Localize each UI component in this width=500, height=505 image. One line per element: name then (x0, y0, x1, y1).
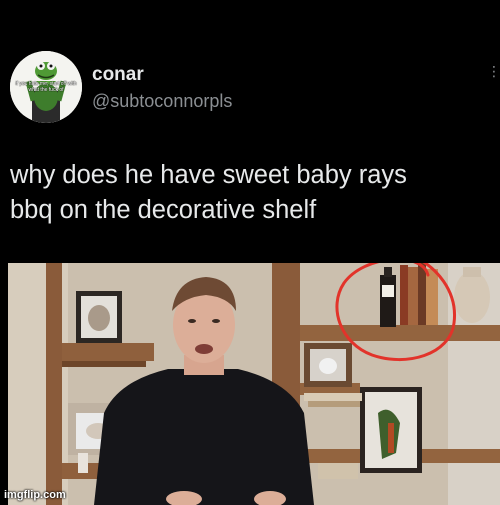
more-options-icon[interactable]: ⋮ (487, 64, 500, 78)
imgflip-watermark: imgflip.com (4, 489, 66, 501)
avatar[interactable]: if you hate me, start off with what the … (10, 51, 82, 123)
tweet: if you hate me, start off with what the … (0, 0, 500, 505)
display-name[interactable]: conar (92, 64, 144, 86)
tweet-text-line: bbq on the decorative shelf (10, 196, 317, 224)
tweet-text-line: why does he have sweet baby rays (10, 161, 407, 189)
handle[interactable]: @subtoconnorpls (92, 91, 232, 112)
annotation-circle (335, 263, 456, 362)
tweet-media-image[interactable] (8, 263, 500, 505)
avatar-caption: if you hate me, start off with what the … (15, 81, 77, 93)
tweet-text: why does he have sweet baby rays bbq on … (10, 158, 490, 228)
